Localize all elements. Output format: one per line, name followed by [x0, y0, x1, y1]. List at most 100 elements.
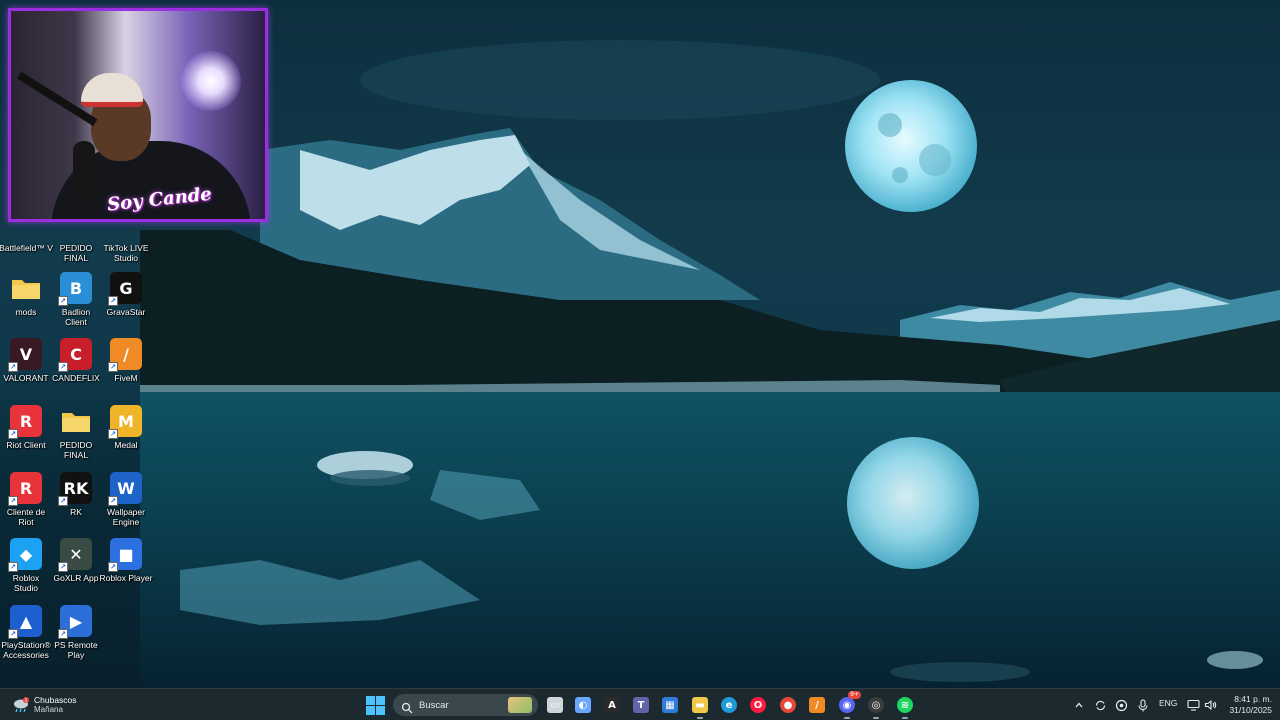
- taskbar-file-explorer-button[interactable]: ▬: [689, 694, 711, 719]
- fivem-icon: / ↗: [108, 338, 142, 372]
- wallpaper-engine-icon: W ↗: [108, 472, 142, 506]
- roblox-player-icon: ■ ↗: [108, 538, 142, 572]
- desktop-icon[interactable]: G ↗ GravaStar: [100, 272, 152, 317]
- shortcut-arrow-icon: ↗: [58, 362, 68, 372]
- file-explorer-icon: ▬: [692, 697, 708, 713]
- search-input[interactable]: [419, 699, 499, 711]
- taskbar-teams-button[interactable]: T: [630, 694, 652, 716]
- medal-icon: M ↗: [108, 405, 142, 439]
- playstation-accessories-icon: ▲ ↗: [8, 605, 42, 639]
- obs-icon: ◎: [868, 697, 884, 713]
- clock-time: 8:41 p. m.: [1234, 694, 1272, 704]
- taskbar-search[interactable]: [393, 694, 538, 716]
- folder-icon: [60, 405, 92, 437]
- desktop-icon-label: TikTok LIVE Studio: [103, 243, 149, 263]
- edge-icon: e: [721, 697, 737, 713]
- taskbar-edge-button[interactable]: e: [718, 694, 740, 716]
- shortcut-arrow-icon: ↗: [58, 296, 68, 306]
- weather-subtitle: Mañana: [34, 705, 63, 714]
- valorant-icon: V ↗: [8, 338, 42, 372]
- taskbar-obs-button[interactable]: ◎: [865, 694, 887, 719]
- task-view-icon: ▭: [547, 697, 563, 713]
- shortcut-arrow-icon: ↗: [108, 296, 118, 306]
- taskbar-store-button[interactable]: ▦: [659, 694, 681, 716]
- gravastar-icon: G ↗: [108, 272, 142, 306]
- clock-date: 31/10/2025: [1229, 705, 1272, 715]
- shortcut-arrow-icon: ↗: [58, 562, 68, 572]
- badlion-icon: B ↗: [58, 272, 92, 306]
- desktop-icon[interactable]: ■ ↗ Roblox Player: [100, 538, 152, 583]
- shortcut-arrow-icon: ↗: [8, 429, 18, 439]
- roblox-studio-icon: ◆ ↗: [8, 538, 42, 572]
- lamp-light: [181, 51, 241, 111]
- desktop-icon[interactable]: PEDIDO FINAL: [50, 405, 102, 460]
- goxlr-icon: ✕ ↗: [58, 538, 92, 572]
- desktop-icon[interactable]: B ↗ Badlion Client: [50, 272, 102, 327]
- taskbar-fivem-button[interactable]: /: [806, 694, 828, 716]
- shortcut-arrow-icon: ↗: [108, 362, 118, 372]
- start-button[interactable]: [364, 694, 386, 716]
- weather-badge: 1: [25, 698, 28, 704]
- shortcut-arrow-icon: ↗: [108, 429, 118, 439]
- taskbar-spotify-button[interactable]: ≋: [894, 694, 916, 719]
- shortcut-arrow-icon: ↗: [58, 496, 68, 506]
- shortcut-arrow-icon: ↗: [8, 362, 18, 372]
- chrome-icon: ●: [780, 697, 796, 713]
- riot-client-icon: R ↗: [8, 472, 42, 506]
- microphone: [73, 141, 95, 199]
- ps-remote-play-icon: ▶ ↗: [58, 605, 92, 639]
- desktop-icon[interactable]: ▶ ↗ PS Remote Play: [50, 605, 102, 660]
- desktop-icon-label: GravaStar: [106, 307, 146, 317]
- windows-logo-icon: [366, 696, 375, 705]
- microphone-icon[interactable]: [1136, 698, 1150, 712]
- desktop-icon-label: PS Remote Play: [54, 640, 98, 660]
- desktop-icon[interactable]: R ↗ Cliente de Riot: [0, 472, 52, 527]
- streamer-cap: [81, 73, 143, 107]
- rk-icon: RK ↗: [58, 472, 92, 506]
- desktop-icon-label: Roblox Player: [99, 573, 153, 583]
- show-hidden-icons-chevron-up-icon[interactable]: [1072, 698, 1086, 712]
- folder-icon: [10, 272, 42, 304]
- taskbar-task-view-button[interactable]: ▭: [544, 694, 566, 716]
- desktop-icon[interactable]: M ↗ Medal: [100, 405, 152, 450]
- store-icon: ▦: [662, 697, 678, 713]
- candeflix-icon: C ↗: [58, 338, 92, 372]
- shortcut-arrow-icon: ↗: [58, 629, 68, 639]
- weather-title: Chubascos: [34, 695, 77, 705]
- taskbar-chrome-button[interactable]: ●: [777, 694, 799, 716]
- opera-gx-icon: O: [750, 697, 766, 713]
- sync-icon[interactable]: [1093, 698, 1107, 712]
- search-icon: [401, 699, 413, 714]
- desktop-icon[interactable]: ♪↗TikTok LIVE Studio: [100, 208, 152, 263]
- desktop-icon[interactable]: W ↗ Wallpaper Engine: [100, 472, 152, 527]
- shortcut-arrow-icon: ↗: [108, 496, 118, 506]
- network-monitor-icon[interactable]: [1186, 698, 1200, 712]
- desktop-icon[interactable]: / ↗ FiveM: [100, 338, 152, 383]
- steam-tray-icon[interactable]: [1114, 698, 1128, 712]
- desktop-icon[interactable]: ◆ ↗ Roblox Studio: [0, 538, 52, 593]
- desktop-icon-label: Medal: [114, 440, 138, 450]
- taskbar: 1 Chubascos Mañana ▭ ◐ AT ▦ ▬ eO ● / ◉9+ ◎ ≋ ENG: [0, 688, 1280, 720]
- shortcut-arrow-icon: ↗: [8, 496, 18, 506]
- desktop-icon-label: Wallpaper Engine: [107, 507, 145, 527]
- taskbar-copilot-button[interactable]: ◐: [572, 694, 594, 716]
- copilot-icon: ◐: [575, 697, 591, 713]
- discord-icon: ◉: [839, 697, 855, 713]
- taskbar-clock[interactable]: 8:41 p. m. 31/10/2025: [1222, 694, 1272, 716]
- language-indicator[interactable]: ENG: [1159, 698, 1177, 708]
- volume-icon[interactable]: [1203, 698, 1217, 712]
- cloud-rain-icon: 1: [12, 697, 30, 713]
- weather-widget[interactable]: 1 Chubascos Mañana: [12, 693, 77, 717]
- taskbar-opera-gx-button[interactable]: O: [747, 694, 769, 716]
- desktop-icon-label: FiveM: [114, 373, 138, 383]
- shortcut-arrow-icon: ↗: [8, 629, 18, 639]
- webcam-overlay: Soy Cande: [8, 8, 268, 222]
- taskbar-discord-button[interactable]: ◉ 9+: [836, 691, 861, 719]
- shortcut-arrow-icon: ↗: [108, 562, 118, 572]
- teams-icon: T: [633, 697, 649, 713]
- shortcut-arrow-icon: ↗: [8, 562, 18, 572]
- taskbar-app-a-button[interactable]: A: [601, 694, 623, 716]
- riot-client-icon: R ↗: [8, 405, 42, 439]
- search-highlight-image: [508, 697, 532, 713]
- app-a-icon: A: [604, 697, 620, 713]
